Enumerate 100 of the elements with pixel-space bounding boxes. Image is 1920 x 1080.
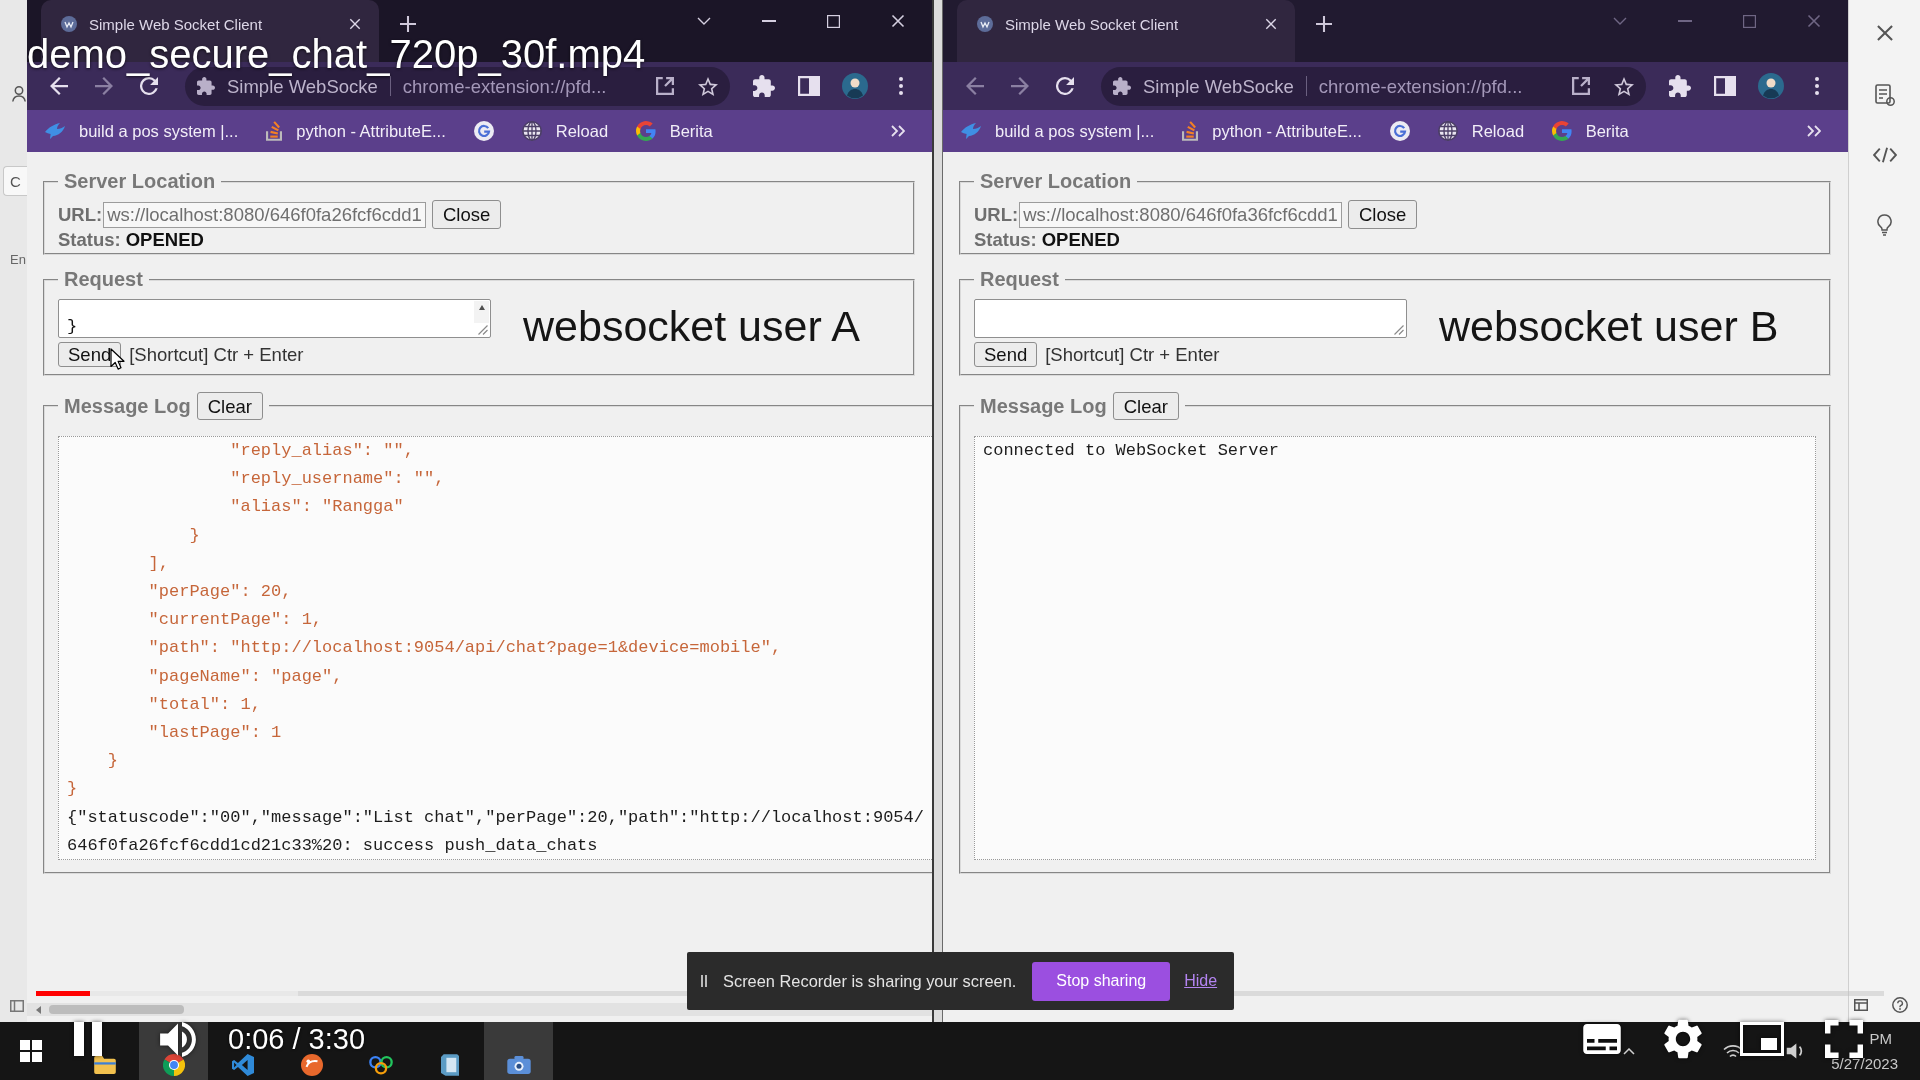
hide-link[interactable]: Hide — [1184, 972, 1218, 990]
log-line: "reply_username": "", — [229, 468, 446, 491]
resize-grip-icon[interactable] — [478, 325, 488, 335]
address-url: chrome-extension://pfd... — [402, 77, 607, 95]
profile-avatar-icon[interactable] — [1758, 73, 1784, 99]
speaker-icon[interactable] — [1786, 1043, 1805, 1059]
puzzle-icon[interactable] — [753, 75, 775, 97]
side-button[interactable]: C — [3, 166, 27, 196]
url-label: URL: — [974, 204, 1019, 225]
site-name: Simple WebSocke — [1143, 77, 1294, 95]
clear-button[interactable]: Clear — [1112, 392, 1179, 420]
code-icon[interactable] — [1872, 147, 1897, 163]
panel-icon[interactable] — [10, 1000, 24, 1012]
code-editor-icon[interactable] — [231, 1054, 254, 1076]
stop-sharing-button[interactable]: Stop sharing — [1032, 961, 1171, 1001]
scroll-up-icon[interactable] — [478, 305, 485, 310]
globe-icon — [521, 121, 542, 141]
log-line: "lastPage": 1 — [147, 722, 283, 745]
share-icon[interactable] — [1572, 77, 1590, 95]
share-message: Screen Recorder is sharing your screen. — [723, 971, 1017, 991]
browser-tab[interactable]: Simple Web Socket Client — [957, 0, 1295, 62]
bookmark-link[interactable]: build a pos system |... — [951, 117, 1165, 145]
log-line: "currentPage": 1, — [147, 609, 324, 632]
settings-icon[interactable] — [1664, 1019, 1702, 1059]
new-tab-icon[interactable] — [1316, 16, 1332, 32]
folder-icon[interactable] — [93, 1056, 116, 1074]
log-line: } — [106, 750, 119, 773]
close-button[interactable]: Close — [1347, 200, 1418, 229]
section-title: Message Log — [64, 394, 191, 418]
miniplayer-icon[interactable] — [1740, 1022, 1784, 1056]
notebook-icon[interactable] — [440, 1054, 459, 1076]
log-line: "total": 1, — [147, 693, 262, 716]
status-label: Status: — [974, 229, 1037, 250]
help-icon[interactable] — [1892, 997, 1908, 1013]
puzzle-icon[interactable] — [1669, 75, 1691, 97]
status-value: OPENED — [1041, 229, 1120, 250]
pause-icon[interactable] — [74, 1022, 102, 1056]
layout-icon[interactable] — [1854, 999, 1868, 1011]
double-chevron-icon[interactable] — [1807, 125, 1821, 137]
browser-icon — [162, 1054, 185, 1076]
circle-g-icon[interactable] — [473, 121, 494, 141]
url-field[interactable]: ws://localhost:8080/646f0fa36fcf6cdd1 — [1019, 201, 1342, 228]
subtitles-icon[interactable] — [1583, 1024, 1621, 1054]
log-line: "pageName": "page", — [147, 665, 344, 688]
star-icon[interactable] — [698, 76, 718, 96]
fullscreen-icon[interactable] — [1825, 1020, 1863, 1058]
scrollbar-thumb[interactable] — [49, 1005, 184, 1014]
stack-icon — [1182, 121, 1199, 141]
lightbulb-icon[interactable] — [1877, 214, 1892, 236]
site-name: Simple WebSocke — [227, 77, 378, 95]
rings-icon[interactable] — [368, 1055, 393, 1075]
g-logo-icon — [636, 121, 656, 141]
bird-icon — [45, 123, 65, 139]
bookmark-link[interactable]: Berita — [626, 117, 723, 145]
side-panel-icon[interactable] — [798, 76, 820, 96]
close-tab-icon[interactable] — [349, 18, 361, 30]
bookmark-link[interactable]: Reload — [1427, 117, 1535, 145]
reload-icon[interactable] — [140, 77, 158, 95]
scroll-left-icon[interactable] — [36, 1005, 41, 1014]
bookmark-link[interactable]: python - AttributeE... — [1172, 117, 1372, 145]
globe-icon — [1437, 121, 1458, 141]
document-search-icon[interactable] — [1874, 84, 1895, 106]
send-button[interactable]: Send — [974, 342, 1038, 367]
volume-icon[interactable] — [160, 1021, 196, 1057]
video-time: 0:06 / 3:30 — [228, 1025, 366, 1053]
share-icon[interactable] — [656, 77, 674, 95]
back-arrow-icon[interactable] — [50, 77, 68, 95]
caret-up-icon[interactable] — [1623, 1047, 1636, 1055]
start-icon[interactable] — [20, 1040, 42, 1062]
shortcut-hint: [Shortcut] Ctr + Enter — [129, 344, 304, 365]
star-icon[interactable] — [1614, 76, 1634, 96]
clear-button[interactable]: Clear — [196, 392, 263, 420]
bookmark-link[interactable]: Reload — [511, 117, 619, 145]
new-tab-icon[interactable] — [400, 16, 416, 32]
double-chevron-icon[interactable] — [891, 125, 905, 137]
close-icon[interactable] — [1875, 24, 1894, 42]
round-app-icon[interactable] — [300, 1054, 323, 1076]
log-line: } — [67, 778, 79, 801]
menu-icon[interactable] — [1815, 77, 1819, 95]
bookmark-link[interactable]: python - AttributeE... — [256, 117, 456, 145]
close-button[interactable]: Close — [431, 200, 502, 229]
puzzle-icon — [1113, 77, 1131, 95]
request-textarea[interactable]: } — [58, 299, 491, 338]
menu-icon[interactable] — [899, 77, 903, 95]
status-value: OPENED — [125, 229, 204, 250]
bookmark-link[interactable]: build a pos system |... — [35, 117, 249, 145]
address-bar[interactable]: Simple WebSocke chrome-extension://pfd... — [1101, 66, 1646, 106]
request-textarea[interactable] — [974, 299, 1407, 338]
favicon-icon — [977, 16, 993, 32]
person-icon[interactable] — [12, 86, 26, 102]
side-panel-icon[interactable] — [1714, 76, 1736, 96]
profile-avatar-icon[interactable] — [842, 73, 868, 99]
resize-grip-icon[interactable] — [1394, 325, 1404, 335]
camera-icon — [506, 1056, 531, 1074]
url-field[interactable]: ws://localhost:8080/646f0fa26fcf6cdd1 — [103, 201, 426, 228]
circle-g-icon[interactable] — [1389, 121, 1410, 141]
bookmark-link[interactable]: Berita — [1542, 117, 1639, 145]
reload-icon[interactable] — [1056, 77, 1074, 95]
close-tab-icon[interactable] — [1265, 18, 1277, 30]
log-line: {"statuscode":"00","message":"List chat","perPage":20,"path":"http://localhost:9054/ — [67, 806, 925, 829]
